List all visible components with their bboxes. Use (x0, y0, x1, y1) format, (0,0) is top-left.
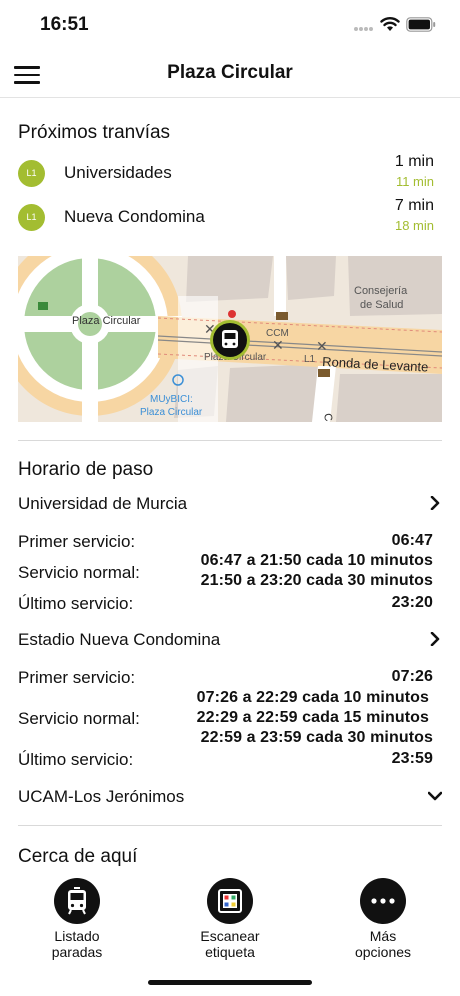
arrival-row[interactable]: L1 Universidades 1 min 11 min (18, 153, 434, 197)
tram-icon (54, 878, 100, 924)
tram-stop-marker-icon[interactable] (210, 320, 250, 360)
map-canvas: ✕ ✕ ✕ Plaza Circular Consejería de Salud… (18, 256, 442, 422)
nav-bar: Plaza Circular (0, 50, 460, 98)
qr-code-icon (207, 878, 253, 924)
destination-name: Nueva Condomina (64, 207, 205, 226)
chevron-right-icon (430, 632, 440, 646)
divider (18, 440, 442, 441)
last-service-value: 23:20 (391, 594, 433, 611)
map-label-bici-stop: Plaza Circular (140, 407, 203, 418)
tab-stop-list[interactable]: Listado paradas (17, 878, 137, 960)
more-icon (360, 878, 406, 924)
route-name: Estadio Nueva Condomina (18, 630, 221, 649)
eta-time: 7 min (394, 197, 434, 214)
battery-icon (406, 17, 436, 32)
section-title-next-trams: Próximos tranvías (18, 122, 171, 143)
section-title-nearby: Cerca de aquí (18, 846, 138, 867)
route-name: UCAM-Los Jerónimos (18, 787, 185, 806)
route-header-estadio[interactable]: Estadio Nueva Condomina (18, 630, 442, 650)
status-time: 16:51 (40, 14, 89, 35)
bottom-tab-bar: Listado paradas Escanear etiqueta Más op… (0, 870, 460, 996)
status-bar: 16:51 (0, 0, 460, 50)
eta-time: 1 min (394, 153, 434, 170)
map-label-plaza: Plaza Circular (72, 315, 141, 327)
map-label-line: L1 (304, 354, 316, 365)
page-title: Plaza Circular (167, 62, 293, 83)
tab-label: Escanear etiqueta (200, 928, 260, 960)
next-eta-time: 18 min (394, 218, 434, 233)
map-label-ccm: CCM (266, 328, 289, 339)
section-title-schedule: Horario de paso (18, 459, 154, 480)
divider (18, 825, 442, 826)
map-label-salud: de Salud (360, 299, 403, 311)
svg-text:✕: ✕ (272, 337, 284, 353)
next-eta-time: 11 min (395, 174, 434, 189)
last-service-label: Último servicio: (18, 750, 134, 769)
first-service-label: Primer servicio: (18, 668, 136, 687)
map-label-consejeria: Consejería (354, 285, 408, 297)
first-service-value: 06:47 (391, 532, 433, 549)
map-label-street: Cal (321, 412, 336, 422)
wifi-icon (380, 17, 400, 31)
svg-text:✕: ✕ (316, 338, 328, 354)
route-name: Universidad de Murcia (18, 494, 188, 513)
line-badge: L1 (18, 160, 45, 187)
normal-service-value: 06:47 a 21:50 cada 10 minutos (200, 552, 433, 569)
normal-service-label: Servicio normal: (18, 563, 140, 582)
normal-service-label: Servicio normal: (18, 709, 140, 728)
home-indicator[interactable] (148, 980, 312, 985)
line-badge: L1 (18, 204, 45, 231)
route-header-universidad[interactable]: Universidad de Murcia (18, 494, 442, 514)
stop-map[interactable]: ✕ ✕ ✕ Plaza Circular Consejería de Salud… (18, 256, 442, 422)
first-service-label: Primer servicio: (18, 532, 136, 551)
chevron-down-icon (428, 791, 442, 801)
normal-service-value: 07:26 a 22:29 cada 10 minutos (196, 689, 429, 706)
normal-service-value: 22:59 a 23:59 cada 30 minutos (200, 729, 433, 746)
first-service-value: 07:26 (391, 668, 433, 685)
destination-name: Universidades (64, 163, 172, 182)
normal-service-value: 22:29 a 22:59 cada 15 minutos (196, 709, 429, 726)
cellular-signal-icon (354, 27, 373, 31)
tab-label: Más opciones (354, 928, 412, 960)
tab-label: Listado paradas (51, 928, 103, 960)
arrival-row[interactable]: L1 Nueva Condomina 7 min 18 min (18, 197, 434, 241)
normal-service-value: 21:50 a 23:20 cada 30 minutos (200, 572, 433, 589)
last-service-value: 23:59 (391, 750, 433, 767)
route-header-ucam[interactable]: UCAM-Los Jerónimos (18, 787, 442, 807)
tab-scan-tag[interactable]: Escanear etiqueta (170, 878, 290, 960)
last-service-label: Último servicio: (18, 594, 134, 613)
tab-more-options[interactable]: Más opciones (323, 878, 443, 960)
chevron-right-icon (430, 496, 440, 510)
map-label-bici: MUyBICI: (150, 394, 193, 405)
